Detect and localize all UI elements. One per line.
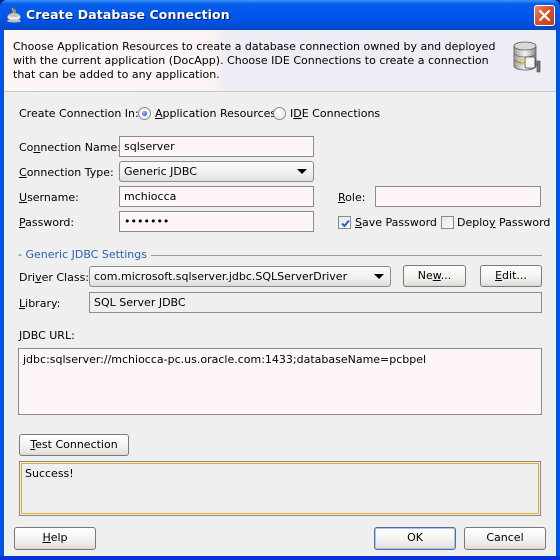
close-icon [538, 9, 551, 22]
username-input[interactable]: mchiocca [119, 186, 314, 207]
driver-class-select[interactable]: com.microsoft.sqlserver.jdbc.SQLServerDr… [89, 266, 391, 287]
database-connection-icon [513, 41, 541, 73]
ok-button[interactable]: OK [374, 527, 456, 550]
header-description: Choose Application Resources to create a… [13, 40, 496, 81]
test-status-box: Success! [19, 461, 541, 516]
window-bottom-border [0, 556, 560, 560]
password-input[interactable]: ••••••• [119, 211, 314, 232]
connection-type-label: Connection Type: [19, 166, 114, 179]
radio-application-resources-button[interactable] [138, 107, 151, 120]
deploy-password-box[interactable] [441, 216, 454, 229]
jdbc-settings-title: - Generic JDBC Settings [18, 248, 151, 261]
dialog-body: Choose Application Resources to create a… [4, 30, 556, 556]
jdbc-url-label: JDBC URL: [19, 329, 75, 342]
driver-class-value: com.microsoft.sqlserver.jdbc.SQLServerDr… [94, 270, 348, 283]
create-in-label: Create Connection In: [19, 107, 139, 120]
checkmark-icon [341, 219, 350, 228]
username-label: Username: [19, 191, 79, 204]
title-bar[interactable]: Create Database Connection [0, 0, 560, 30]
dialog-window: Create Database Connection Choose Applic… [0, 0, 560, 560]
connection-name-label: Connection Name: [19, 141, 121, 154]
test-connection-button[interactable]: Test Connection [19, 434, 129, 456]
jdbc-url-textarea[interactable]: jdbc:sqlserver://mchiocca-pc.us.oracle.c… [18, 348, 542, 415]
save-password-box[interactable] [338, 216, 351, 229]
connection-type-select[interactable]: Generic JDBC [119, 161, 314, 182]
connection-type-value: Generic JDBC [124, 165, 197, 178]
radio-ide-connections-label[interactable]: IDE Connections [290, 107, 380, 120]
new-driver-button[interactable]: New... [403, 265, 466, 287]
close-button[interactable] [534, 5, 555, 26]
header-panel: Choose Application Resources to create a… [4, 30, 556, 92]
deploy-password-label[interactable]: Deploy Password [457, 216, 550, 229]
driver-class-label: Driver Class: [19, 271, 90, 284]
java-cup-icon [7, 7, 21, 23]
role-input[interactable] [375, 186, 541, 207]
connection-name-input[interactable]: sqlserver [119, 136, 314, 157]
help-button[interactable]: Help [14, 527, 96, 550]
test-status-text: Success! [21, 463, 539, 514]
radio-ide-connections-button[interactable] [273, 107, 286, 120]
edit-driver-button[interactable]: Edit... [480, 265, 542, 287]
cancel-button[interactable]: Cancel [464, 527, 546, 550]
chevron-down-icon [297, 169, 307, 174]
radio-application-resources-label[interactable]: Application Resources [155, 107, 276, 120]
role-label: Role: [338, 191, 366, 204]
library-label: Library: [19, 297, 61, 310]
library-field: SQL Server JDBC [89, 292, 542, 313]
chevron-down-icon [374, 274, 384, 279]
password-label: Password: [19, 216, 75, 229]
window-title: Create Database Connection [26, 7, 230, 22]
save-password-label[interactable]: Save Password [355, 216, 437, 229]
